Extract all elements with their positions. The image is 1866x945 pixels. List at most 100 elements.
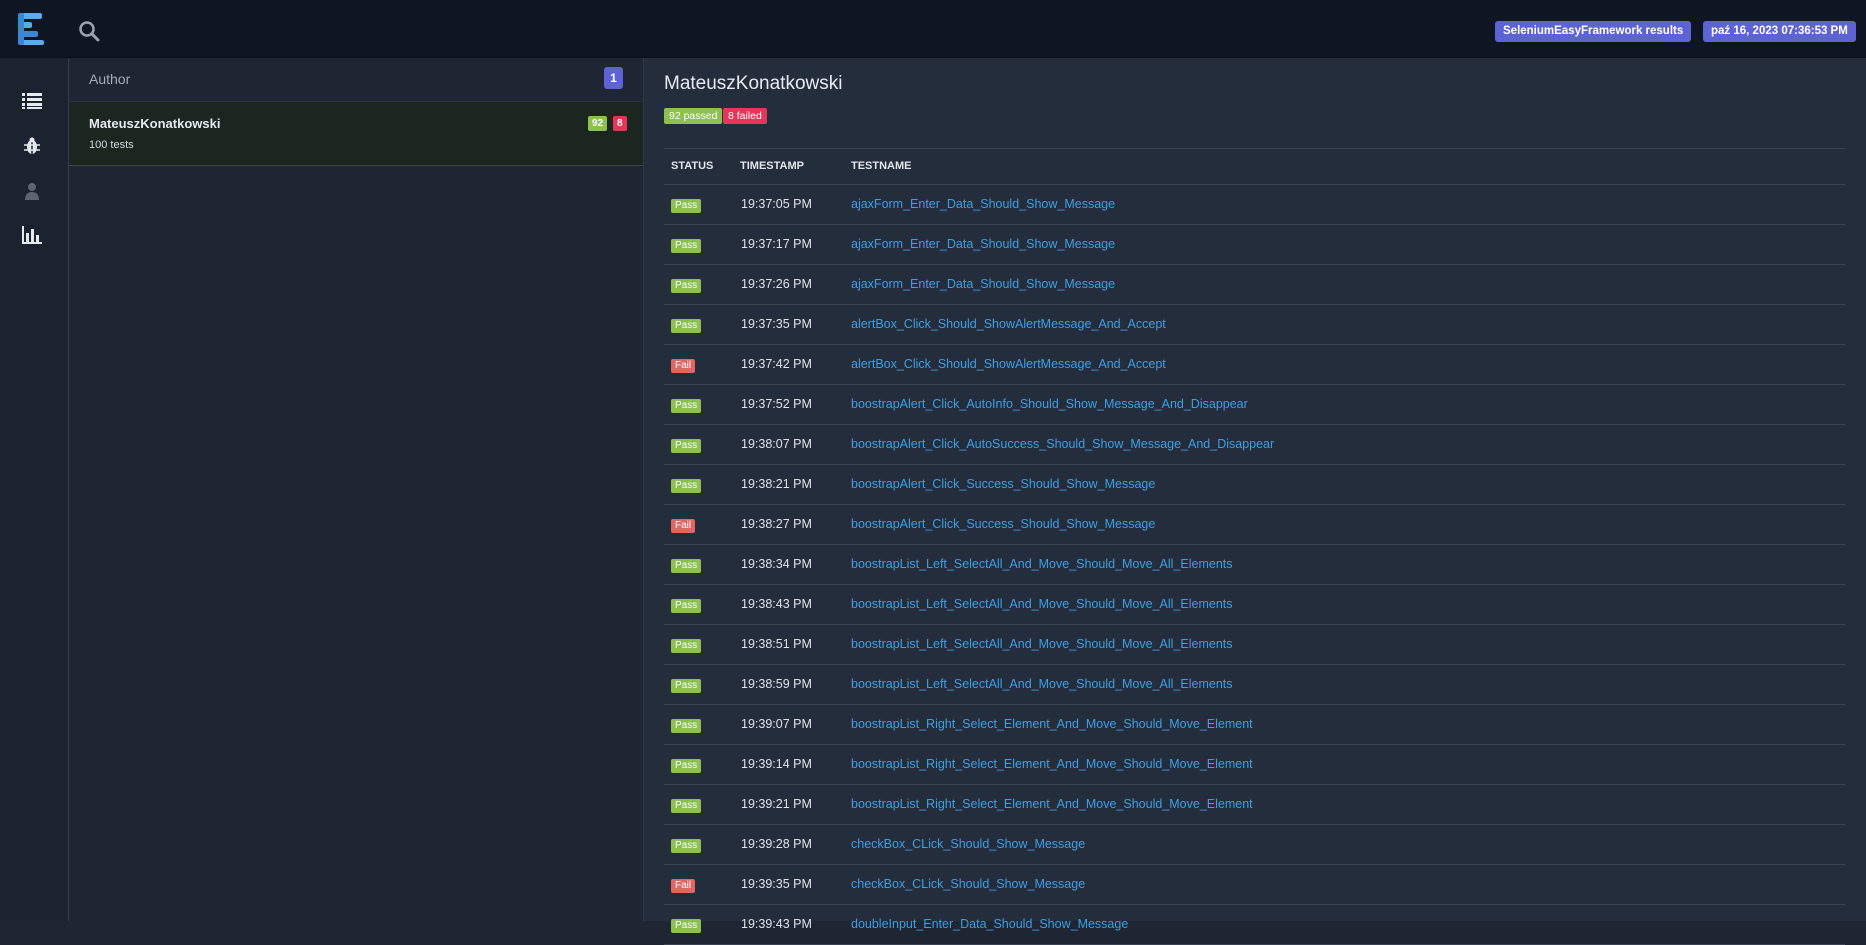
tests-table-body: Pass 19:37:05 PM ajaxForm_Enter_Data_Shoul… — [664, 185, 1845, 945]
status-badge: Pass — [671, 839, 702, 853]
status-badge: Pass — [671, 399, 702, 413]
timestamp-cell: 19:38:27 PM — [741, 517, 812, 531]
column-header-timestamp: TIMESTAMP — [740, 160, 804, 172]
status-badge: Pass — [671, 719, 702, 733]
timestamp-cell: 19:38:51 PM — [741, 637, 812, 651]
timestamp-cell: 19:39:21 PM — [741, 797, 812, 811]
author-list-title: Author — [89, 71, 131, 87]
test-name-link[interactable]: ajaxForm_Enter_Data_Should_Show_Message — [851, 237, 1115, 251]
test-name-link[interactable]: doubleInput_Enter_Data_Should_Show_Messa… — [851, 917, 1128, 931]
author-failed-badge: 8 — [613, 116, 627, 131]
author-test-count: 100 tests — [89, 139, 134, 151]
status-badge: Fail — [671, 359, 696, 373]
timestamp-cell: 19:37:35 PM — [741, 317, 812, 331]
timestamp-cell: 19:37:26 PM — [741, 277, 812, 291]
status-badge: Pass — [671, 439, 702, 453]
timestamp-cell: 19:38:43 PM — [741, 597, 812, 611]
author-detail-panel: MateuszKonatkowski 92 passed 8 failed ST… — [644, 58, 1866, 945]
author-list-header: Author 1 — [69, 58, 643, 102]
timestamp-cell: 19:39:14 PM — [741, 757, 812, 771]
table-row: Pass 19:38:43 PM boostrapList_Left_SelectA… — [664, 585, 1845, 625]
table-row: Pass 19:39:43 PM doubleInput_Enter_Data_Sh… — [664, 905, 1845, 945]
test-name-link[interactable]: ajaxForm_Enter_Data_Should_Show_Message — [851, 277, 1115, 291]
timestamp-cell: 19:39:35 PM — [741, 877, 812, 891]
status-badge: Pass — [671, 919, 702, 933]
top-bar: SeleniumEasyFramework results paź 16, 20… — [0, 0, 1866, 58]
table-row: Pass 19:39:21 PM boostrapList_Right_Select… — [664, 785, 1845, 825]
author-name: MateuszKonatkowski — [89, 116, 221, 131]
table-row: Pass 19:37:26 PM ajaxForm_Enter_Data_Shoul… — [664, 265, 1845, 305]
table-row: Pass 19:38:21 PM boostrapAlert_Click_Succe… — [664, 465, 1845, 505]
timestamp-cell: 19:38:34 PM — [741, 557, 812, 571]
status-badge: Pass — [671, 679, 702, 693]
test-name-link[interactable]: boostrapList_Left_SelectAll_And_Move_Sho… — [851, 557, 1233, 571]
status-badge: Pass — [671, 239, 702, 253]
author-list-panel: Author 1 MateuszKonatkowski 100 tests 92… — [69, 58, 644, 921]
table-row: Pass 19:37:52 PM boostrapAlert_Click_AutoI… — [664, 385, 1845, 425]
table-row: Fail 19:37:42 PM alertBox_Click_Should_Sho… — [664, 345, 1845, 385]
status-badge: Fail — [671, 879, 696, 893]
table-row: Pass 19:38:34 PM boostrapList_Left_SelectA… — [664, 545, 1845, 585]
author-passed-badge: 92 — [588, 116, 608, 131]
status-badge: Pass — [671, 799, 702, 813]
detail-title: MateuszKonatkowski — [664, 73, 843, 94]
timestamp-cell: 19:38:07 PM — [741, 437, 812, 451]
test-name-link[interactable]: boostrapList_Right_Select_Element_And_Mo… — [851, 757, 1253, 771]
timestamp-cell: 19:37:52 PM — [741, 397, 812, 411]
user-icon[interactable] — [22, 182, 42, 200]
timestamp-cell: 19:37:17 PM — [741, 237, 812, 251]
test-name-link[interactable]: boostrapList_Right_Select_Element_And_Mo… — [851, 797, 1253, 811]
tests-table: STATUS TIMESTAMP TESTNAME Pass 19:37:05 P… — [664, 148, 1845, 945]
test-name-link[interactable]: alertBox_Click_Should_ShowAlertMessage_A… — [851, 317, 1166, 331]
extent-logo-icon[interactable] — [18, 12, 52, 46]
status-badge: Pass — [671, 279, 702, 293]
status-badge: Pass — [671, 559, 702, 573]
tests-table-header: STATUS TIMESTAMP TESTNAME — [664, 148, 1845, 185]
test-name-link[interactable]: boostrapAlert_Click_Success_Should_Show_… — [851, 517, 1155, 531]
table-row: Pass 19:37:35 PM alertBox_Click_Should_Sho… — [664, 305, 1845, 345]
test-name-link[interactable]: checkBox_CLick_Should_Show_Message — [851, 877, 1085, 891]
table-row: Pass 19:39:14 PM boostrapList_Right_Select… — [664, 745, 1845, 785]
timestamp-cell: 19:37:42 PM — [741, 357, 812, 371]
status-badge: Pass — [671, 319, 702, 333]
search-icon[interactable] — [78, 20, 100, 42]
side-nav — [0, 58, 69, 921]
timestamp-cell: 19:38:59 PM — [741, 677, 812, 691]
status-badge: Pass — [671, 639, 702, 653]
timestamp-cell: 19:38:21 PM — [741, 477, 812, 491]
bug-icon[interactable] — [22, 137, 42, 155]
author-item-mateuszkonatkowski[interactable]: MateuszKonatkowski 100 tests 92 8 — [69, 102, 643, 166]
table-row: Pass 19:37:05 PM ajaxForm_Enter_Data_Shoul… — [664, 185, 1845, 225]
passed-summary-badge: 92 passed — [664, 108, 723, 124]
column-header-status: STATUS — [671, 160, 714, 172]
timestamp-cell: 19:39:28 PM — [741, 837, 812, 851]
timestamp-cell: 19:39:43 PM — [741, 917, 812, 931]
failed-summary-badge: 8 failed — [723, 108, 767, 124]
timestamp-cell: 19:39:07 PM — [741, 717, 812, 731]
bar-chart-icon[interactable] — [22, 226, 42, 244]
report-date-badge: paź 16, 2023 07:36:53 PM — [1703, 21, 1856, 42]
table-row: Pass 19:37:17 PM ajaxForm_Enter_Data_Shoul… — [664, 225, 1845, 265]
column-header-testname: TESTNAME — [851, 160, 912, 172]
table-row: Pass 19:38:59 PM boostrapList_Left_SelectA… — [664, 665, 1845, 705]
test-name-link[interactable]: alertBox_Click_Should_ShowAlertMessage_A… — [851, 357, 1166, 371]
test-name-link[interactable]: boostrapList_Left_SelectAll_And_Move_Sho… — [851, 597, 1233, 611]
test-name-link[interactable]: checkBox_CLick_Should_Show_Message — [851, 837, 1085, 851]
table-row: Fail 19:38:27 PM boostrapAlert_Click_Succe… — [664, 505, 1845, 545]
test-name-link[interactable]: boostrapAlert_Click_AutoSuccess_Should_S… — [851, 437, 1274, 451]
status-badge: Pass — [671, 479, 702, 493]
project-name-badge: SeleniumEasyFramework results — [1495, 21, 1692, 42]
test-name-link[interactable]: boostrapAlert_Click_Success_Should_Show_… — [851, 477, 1155, 491]
test-name-link[interactable]: boostrapList_Left_SelectAll_And_Move_Sho… — [851, 677, 1233, 691]
test-name-link[interactable]: boostrapAlert_Click_AutoInfo_Should_Show… — [851, 397, 1248, 411]
status-badge: Pass — [671, 599, 702, 613]
list-icon[interactable] — [22, 92, 42, 110]
table-row: Fail 19:39:35 PM checkBox_CLick_Should_Sho… — [664, 865, 1845, 905]
test-name-link[interactable]: boostrapList_Right_Select_Element_And_Mo… — [851, 717, 1253, 731]
table-row: Pass 19:39:28 PM checkBox_CLick_Should_Sho… — [664, 825, 1845, 865]
test-name-link[interactable]: boostrapList_Left_SelectAll_And_Move_Sho… — [851, 637, 1233, 651]
table-row: Pass 19:39:07 PM boostrapList_Right_Select… — [664, 705, 1845, 745]
status-badge: Fail — [671, 519, 696, 533]
test-name-link[interactable]: ajaxForm_Enter_Data_Should_Show_Message — [851, 197, 1115, 211]
table-row: Pass 19:38:07 PM boostrapAlert_Click_AutoS… — [664, 425, 1845, 465]
